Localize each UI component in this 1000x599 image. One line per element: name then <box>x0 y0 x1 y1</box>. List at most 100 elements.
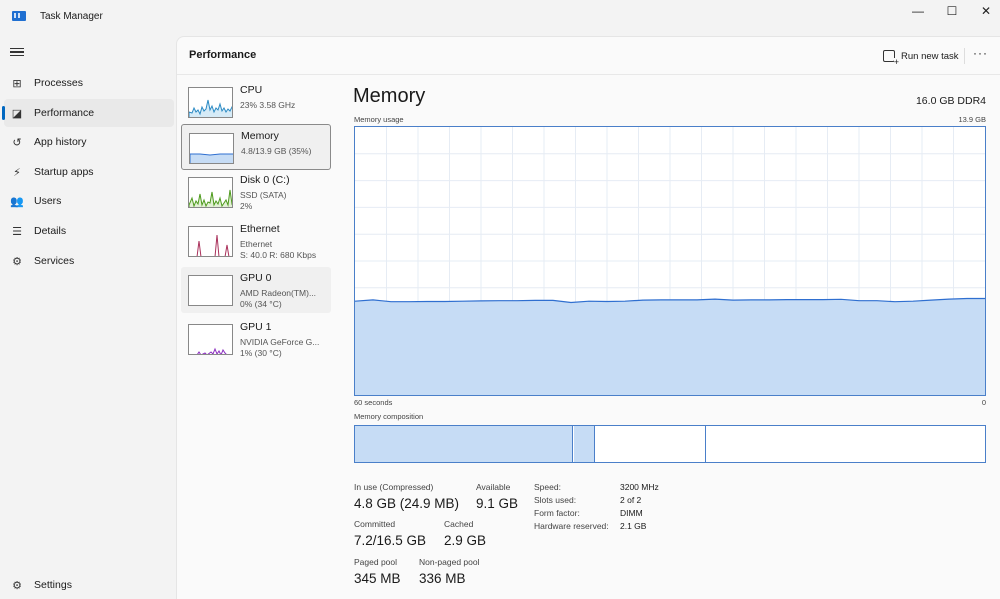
gpu-1-thumbnail <box>188 324 233 355</box>
time-axis-start: 60 seconds <box>354 398 393 407</box>
sidebar-item-startup-apps[interactable]: ⚡ Startup apps <box>4 158 174 186</box>
in-use-value: 4.8 GB (24.9 MB) <box>354 496 460 511</box>
sidebar-item-label: Users <box>34 195 62 207</box>
speed-value: 3200 MHz <box>620 482 659 492</box>
composition-free <box>707 426 985 462</box>
device-name: Memory <box>241 130 279 142</box>
run-new-task-button[interactable]: Run new task <box>883 47 959 67</box>
device-name: CPU <box>240 84 263 96</box>
gpu-0-thumbnail <box>188 275 233 306</box>
task-manager-icon <box>12 11 26 21</box>
memory-spec: 16.0 GB DDR4 <box>915 95 986 107</box>
sidebar-item-label: Startup apps <box>34 166 94 178</box>
device-usage: 1% (30 °C) <box>240 348 282 358</box>
device-throughput: S: 40.0 R: 680 Kbps <box>240 250 317 260</box>
run-task-icon <box>883 50 899 67</box>
details-icon: ☰ <box>12 225 22 238</box>
device-gpu-1[interactable]: GPU 1 NVIDIA GeForce G... 1% (30 °C) <box>181 316 331 362</box>
memory-usage-chart <box>354 127 985 395</box>
time-axis-end: 0 <box>981 398 986 407</box>
close-button[interactable]: ✕ <box>968 0 1000 22</box>
sidebar-item-users[interactable]: 👥 Users <box>4 187 174 215</box>
device-disk-0[interactable]: Disk 0 (C:) SSD (SATA) 2% <box>181 169 331 215</box>
slots-used-key: Slots used: <box>534 495 577 505</box>
header-divider <box>964 48 965 64</box>
committed-label: Committed <box>354 519 396 529</box>
performance-icon: ◪ <box>11 107 23 120</box>
hardware-reserved-value: 2.1 GB <box>620 521 647 531</box>
device-detail: 4.8/13.9 GB (35%) <box>241 146 312 156</box>
minimize-button[interactable]: — <box>900 0 936 22</box>
sidebar: ⊞ Processes ◪ Performance ↺ App history … <box>0 36 176 599</box>
run-new-task-label: Run new task <box>901 50 959 62</box>
memory-usage-max: 13.9 GB <box>958 115 986 124</box>
device-name: Ethernet <box>240 223 280 235</box>
sidebar-item-performance[interactable]: ◪ Performance <box>2 99 174 127</box>
sidebar-item-label: Performance <box>34 107 95 119</box>
form-factor-value: DIMM <box>620 508 643 518</box>
committed-value: 7.2/16.5 GB <box>354 533 427 548</box>
form-factor-key: Form factor: <box>534 508 580 518</box>
services-icon: ⚙ <box>12 255 22 268</box>
cached-label: Cached <box>444 519 474 529</box>
in-use-label: In use (Compressed) <box>354 482 434 492</box>
device-name: GPU 0 <box>240 272 272 284</box>
device-usage: 2% <box>240 201 253 211</box>
paged-pool-label: Paged pool <box>354 557 398 567</box>
composition-modified <box>574 426 595 462</box>
device-ethernet[interactable]: Ethernet Ethernet S: 40.0 R: 680 Kbps <box>181 218 331 264</box>
sidebar-item-processes[interactable]: ⊞ Processes <box>4 69 174 97</box>
processes-icon: ⊞ <box>12 77 22 90</box>
startup-icon: ⚡ <box>13 166 21 179</box>
maximize-button[interactable]: ☐ <box>934 0 970 22</box>
device-detail: SSD (SATA) <box>240 190 287 200</box>
available-value: 9.1 GB <box>476 496 519 511</box>
sidebar-item-label: Settings <box>34 579 72 591</box>
users-icon: 👥 <box>10 195 24 208</box>
non-paged-pool-label: Non-paged pool <box>419 557 480 567</box>
paged-pool-value: 345 MB <box>354 571 401 586</box>
ethernet-thumbnail <box>188 226 233 257</box>
history-icon: ↺ <box>12 136 22 149</box>
detail-title: Memory <box>353 85 426 107</box>
main-panel: Performance Run new task ··· CPU 23% 3.5… <box>176 36 1000 599</box>
memory-usage-graph <box>354 126 986 396</box>
sidebar-item-label: App history <box>34 136 87 148</box>
device-cpu[interactable]: CPU 23% 3.58 GHz <box>181 79 331 125</box>
memory-thumbnail <box>189 133 234 164</box>
cpu-thumbnail <box>188 87 233 118</box>
sidebar-item-details[interactable]: ☰ Details <box>4 217 174 245</box>
gear-icon: ⚙ <box>12 579 22 592</box>
speed-key: Speed: <box>534 482 561 492</box>
device-name: GPU 1 <box>240 321 272 333</box>
sidebar-item-app-history[interactable]: ↺ App history <box>4 128 174 156</box>
composition-standby <box>595 426 706 462</box>
hardware-reserved-key: Hardware reserved: <box>534 521 609 531</box>
cached-value: 2.9 GB <box>444 533 487 548</box>
device-detail: 23% 3.58 GHz <box>240 100 296 110</box>
title-bar: Task Manager — ☐ ✕ <box>0 0 1000 36</box>
non-paged-pool-value: 336 MB <box>419 571 466 586</box>
memory-usage-area <box>355 298 985 395</box>
device-usage: 0% (34 °C) <box>240 299 282 309</box>
sidebar-item-settings[interactable]: ⚙ Settings <box>4 571 174 599</box>
device-gpu-0[interactable]: GPU 0 AMD Radeon(TM)... 0% (34 °C) <box>181 267 331 313</box>
available-label: Available <box>476 482 511 492</box>
device-detail: NVIDIA GeForce G... <box>240 337 320 347</box>
device-memory[interactable]: Memory 4.8/13.9 GB (35%) <box>181 124 331 170</box>
device-detail: Ethernet <box>240 239 273 249</box>
more-options-button[interactable]: ··· <box>973 46 988 60</box>
memory-composition-bar[interactable] <box>354 425 986 463</box>
sidebar-item-label: Services <box>34 255 75 267</box>
memory-usage-label: Memory usage <box>354 115 404 124</box>
sidebar-item-label: Processes <box>34 77 84 89</box>
disk-thumbnail <box>188 177 233 208</box>
page-title: Performance <box>189 49 257 61</box>
window-title: Task Manager <box>40 11 103 22</box>
hamburger-menu-icon[interactable] <box>10 46 24 60</box>
device-detail: AMD Radeon(TM)... <box>240 288 317 298</box>
composition-in-use <box>355 426 573 462</box>
sidebar-item-services[interactable]: ⚙ Services <box>4 247 174 275</box>
memory-composition-label: Memory composition <box>354 412 424 421</box>
device-name: Disk 0 (C:) <box>240 174 290 186</box>
